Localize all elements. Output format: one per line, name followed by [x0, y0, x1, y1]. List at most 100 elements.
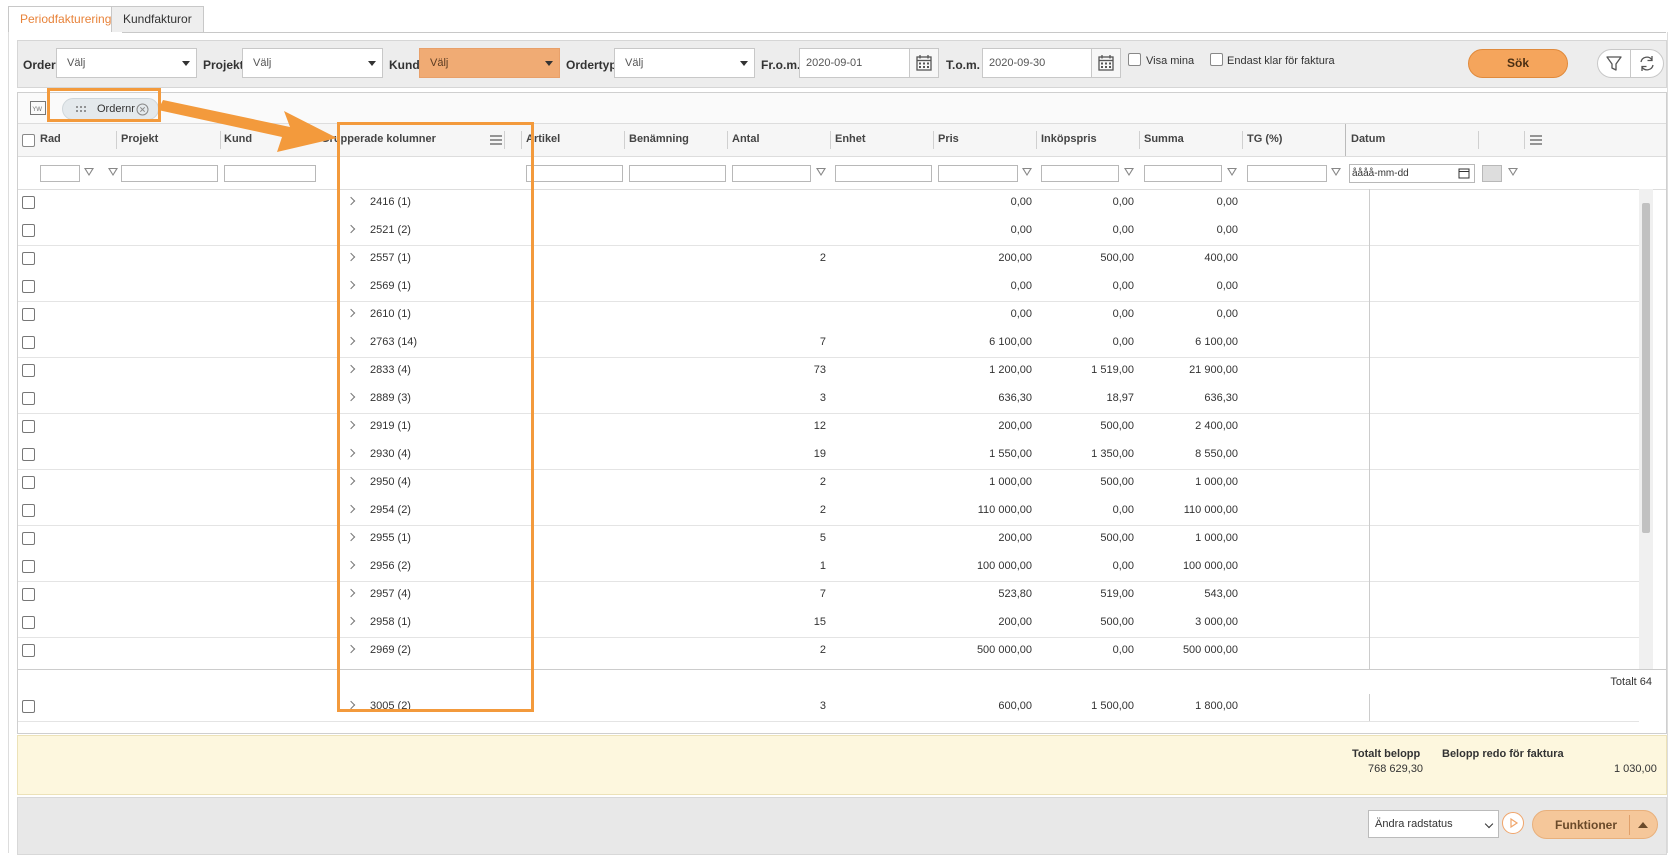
calendar-icon[interactable] — [1458, 167, 1470, 179]
row-checkbox[interactable] — [22, 252, 35, 265]
datum-filter-input[interactable]: åååå-mm-dd — [1349, 164, 1475, 183]
kund-select[interactable]: Välj — [419, 48, 560, 78]
summa-filter-input[interactable] — [1144, 165, 1222, 182]
tab-kundfakturor[interactable]: Kundfakturor — [111, 6, 204, 32]
table-row[interactable]: 2889 (3) 3 636,30 18,97 636,30 — [18, 385, 1639, 414]
table-row[interactable]: 2521 (2) 0,00 0,00 0,00 — [18, 217, 1639, 246]
column-separator[interactable] — [1139, 131, 1140, 149]
col-header-kund[interactable]: Kund — [224, 133, 252, 145]
row-checkbox[interactable] — [22, 196, 35, 209]
column-separator[interactable] — [220, 131, 221, 149]
col-header-inkopspris[interactable]: Inköpspris — [1041, 133, 1097, 145]
row-checkbox[interactable] — [22, 644, 35, 657]
chevron-up-icon[interactable] — [1638, 822, 1648, 828]
filter-icon[interactable] — [108, 168, 118, 176]
datum-operator-input[interactable] — [1482, 165, 1502, 182]
row-checkbox[interactable] — [22, 532, 35, 545]
scrollbar-thumb[interactable] — [1642, 203, 1650, 533]
table-row[interactable]: 2930 (4) 19 1 550,00 1 350,00 8 550,00 — [18, 441, 1639, 470]
row-checkbox[interactable] — [22, 700, 35, 713]
artikel-filter-input[interactable] — [526, 165, 623, 182]
visa-mina-checkbox[interactable] — [1128, 53, 1141, 66]
col-header-summa[interactable]: Summa — [1144, 133, 1184, 145]
apply-status-button[interactable] — [1502, 812, 1524, 834]
table-row[interactable]: 2955 (1) 5 200,00 500,00 1 000,00 — [18, 525, 1639, 554]
table-row[interactable]: 2969 (2) 2 500 000,00 0,00 500 000,00 — [18, 637, 1639, 666]
tom-date-input[interactable]: 2020-09-30 — [982, 48, 1092, 78]
table-row[interactable]: 3005 (2) 3 600,00 1 500,00 1 800,00 — [18, 693, 1639, 722]
ordertyp-select[interactable]: Välj — [614, 48, 755, 78]
row-checkbox[interactable] — [22, 364, 35, 377]
col-header-benamning[interactable]: Benämning — [629, 133, 689, 145]
column-separator[interactable] — [1036, 131, 1037, 149]
projekt-filter-input[interactable] — [121, 165, 218, 182]
row-checkbox[interactable] — [22, 392, 35, 405]
row-checkbox[interactable] — [22, 560, 35, 573]
table-row[interactable]: 2954 (2) 2 110 000,00 0,00 110 000,00 — [18, 497, 1639, 526]
refresh-button[interactable] — [1630, 49, 1664, 78]
col-header-tg[interactable]: TG (%) — [1247, 133, 1282, 145]
table-row[interactable]: 2557 (1) 2 200,00 500,00 400,00 — [18, 245, 1639, 274]
row-checkbox[interactable] — [22, 588, 35, 601]
filter-icon[interactable] — [1227, 168, 1237, 176]
col-header-rad[interactable]: Rad — [40, 133, 61, 145]
order-select[interactable]: Välj — [56, 48, 197, 78]
filter-icon[interactable] — [1022, 168, 1032, 176]
column-separator[interactable] — [1242, 131, 1243, 149]
filter-icon[interactable] — [816, 168, 826, 176]
rad-filter-input[interactable] — [40, 165, 80, 182]
table-row[interactable]: 2763 (14) 7 6 100,00 0,00 6 100,00 — [18, 329, 1639, 358]
table-row[interactable]: 2956 (2) 1 100 000,00 0,00 100 000,00 — [18, 553, 1639, 582]
vertical-scrollbar[interactable] — [1639, 189, 1653, 669]
column-separator[interactable] — [116, 131, 117, 149]
functions-button[interactable]: Funktioner — [1532, 810, 1658, 839]
row-checkbox[interactable] — [22, 224, 35, 237]
from-date-input[interactable]: 2020-09-01 — [799, 48, 910, 78]
column-separator[interactable] — [1524, 131, 1525, 149]
column-menu-icon[interactable] — [1530, 135, 1542, 145]
tom-calendar-button[interactable] — [1091, 48, 1121, 78]
benamning-filter-input[interactable] — [629, 165, 726, 182]
column-separator[interactable] — [727, 131, 728, 149]
tab-periodfakturering[interactable]: Periodfakturering — [8, 6, 124, 33]
col-header-pris[interactable]: Pris — [938, 133, 959, 145]
table-row[interactable]: 2833 (4) 73 1 200,00 1 519,00 21 900,00 — [18, 357, 1639, 386]
col-header-enhet[interactable]: Enhet — [835, 133, 866, 145]
select-all-checkbox[interactable] — [22, 134, 35, 147]
tg-filter-input[interactable] — [1247, 165, 1327, 182]
column-separator[interactable] — [830, 131, 831, 149]
col-header-antal[interactable]: Antal — [732, 133, 760, 145]
row-checkbox[interactable] — [22, 336, 35, 349]
col-header-projekt[interactable]: Projekt — [121, 133, 158, 145]
table-row[interactable]: 2416 (1) 0,00 0,00 0,00 — [18, 189, 1639, 218]
column-separator[interactable] — [933, 131, 934, 149]
filter-button[interactable] — [1597, 49, 1631, 78]
row-checkbox[interactable] — [22, 420, 35, 433]
endast-klar-checkbox[interactable] — [1210, 53, 1223, 66]
table-row[interactable]: 2569 (1) 0,00 0,00 0,00 — [18, 273, 1639, 302]
column-separator[interactable] — [1478, 131, 1479, 149]
row-checkbox[interactable] — [22, 476, 35, 489]
row-checkbox[interactable] — [22, 616, 35, 629]
filter-icon[interactable] — [1508, 168, 1518, 176]
antal-filter-input[interactable] — [732, 165, 811, 182]
projekt-select[interactable]: Välj — [242, 48, 383, 78]
enhet-filter-input[interactable] — [835, 165, 932, 182]
row-checkbox[interactable] — [22, 448, 35, 461]
search-button[interactable]: Sök — [1468, 49, 1568, 78]
grouping-toggle-icon[interactable]: YW — [30, 101, 46, 115]
table-row[interactable]: 2957 (4) 7 523,80 519,00 543,00 — [18, 581, 1639, 610]
table-row[interactable]: 2950 (4) 2 1 000,00 500,00 1 000,00 — [18, 469, 1639, 498]
column-separator[interactable] — [624, 131, 625, 149]
row-status-select[interactable]: Ändra radstatus — [1368, 810, 1499, 838]
table-row[interactable]: 2919 (1) 12 200,00 500,00 2 400,00 — [18, 413, 1639, 442]
table-row[interactable]: 2958 (1) 15 200,00 500,00 3 000,00 — [18, 609, 1639, 638]
filter-icon[interactable] — [1331, 168, 1341, 176]
row-checkbox[interactable] — [22, 280, 35, 293]
filter-icon[interactable] — [84, 168, 94, 176]
row-checkbox[interactable] — [22, 308, 35, 321]
inkopspris-filter-input[interactable] — [1041, 165, 1119, 182]
filter-icon[interactable] — [1124, 168, 1134, 176]
kund-filter-input[interactable] — [224, 165, 316, 182]
from-calendar-button[interactable] — [909, 48, 939, 78]
